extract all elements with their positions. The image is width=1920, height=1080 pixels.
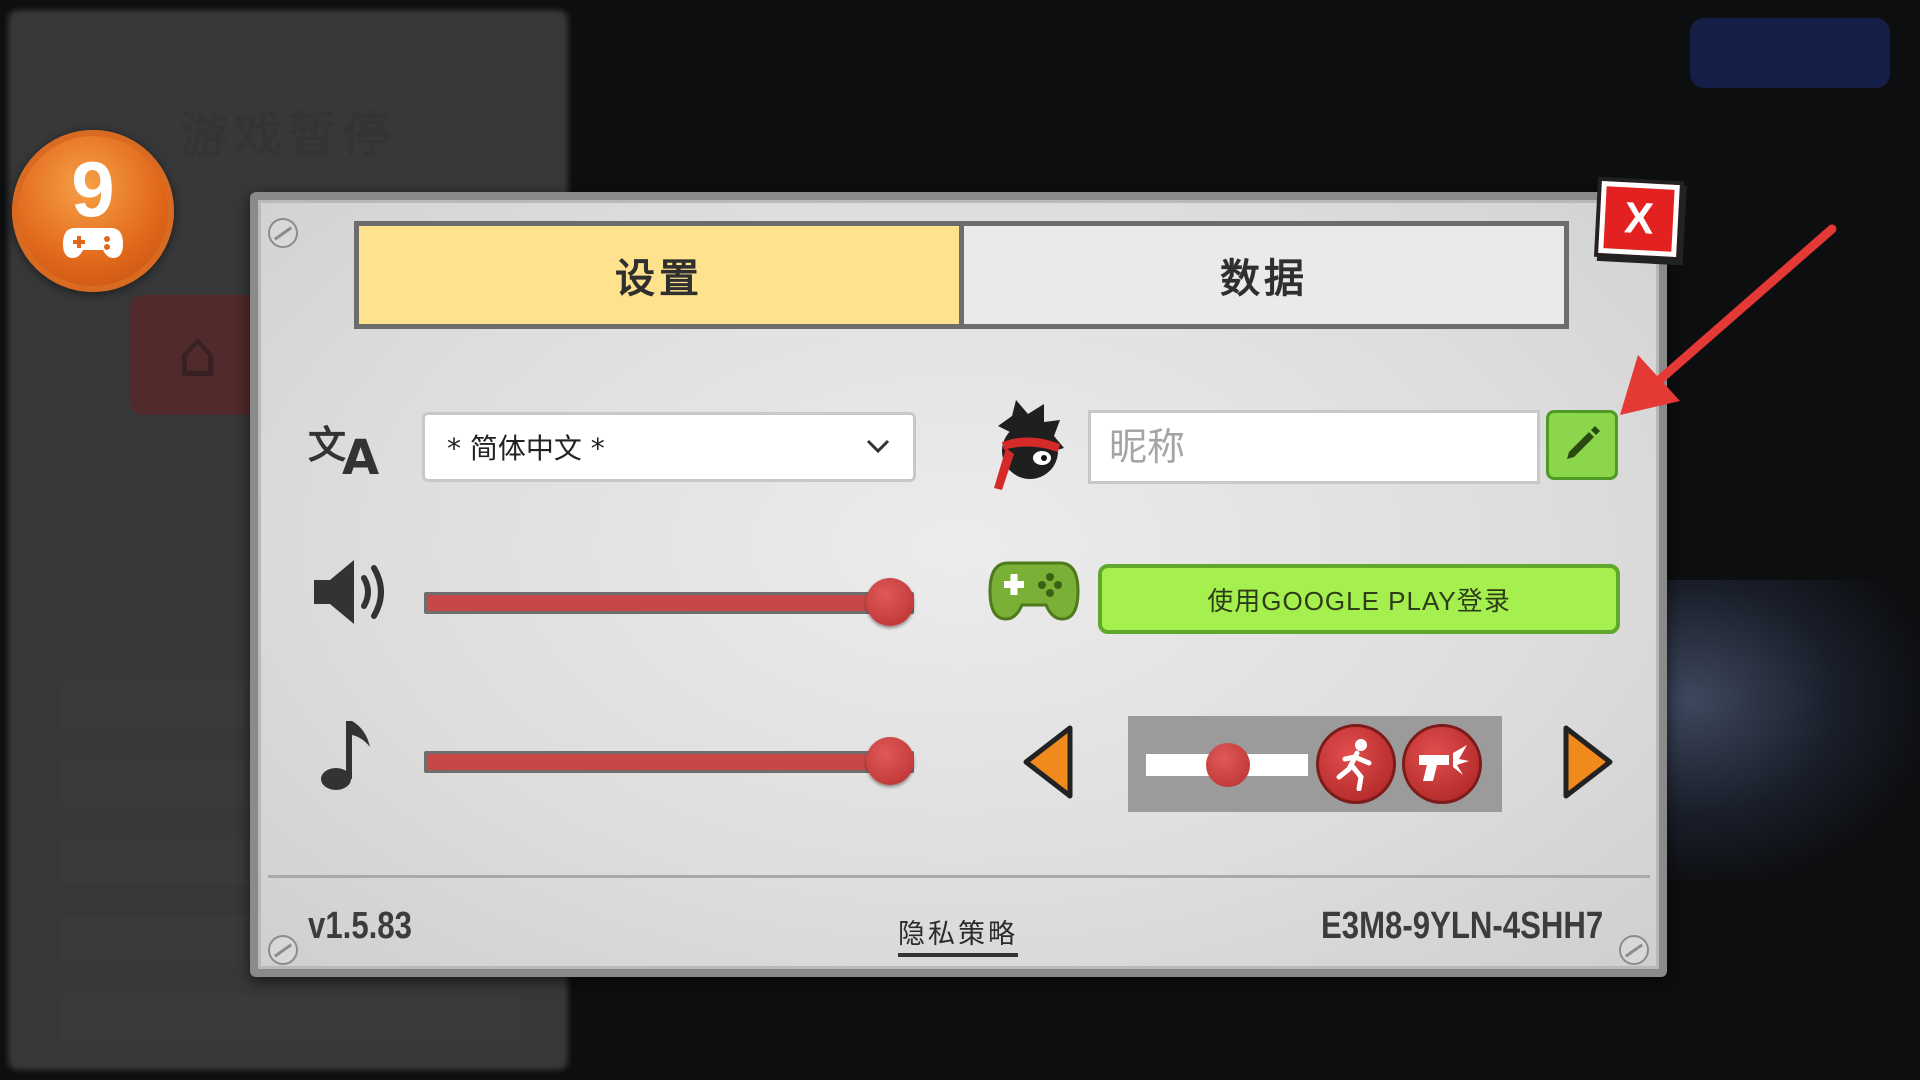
music-slider-knob[interactable] xyxy=(866,737,914,785)
svg-text:A: A xyxy=(342,430,379,478)
annotation-arrow-icon xyxy=(1610,215,1840,429)
tab-bar: 设置 数据 xyxy=(354,221,1569,329)
arrow-right-icon xyxy=(1563,725,1613,799)
background-title: 游戏暂停 xyxy=(180,107,397,163)
version-label: v1.5.83 xyxy=(308,905,412,947)
nickname-input[interactable] xyxy=(1088,410,1540,484)
chevron-down-icon xyxy=(863,431,893,468)
footer-divider xyxy=(268,875,1650,878)
background-hud xyxy=(1690,18,1890,88)
screw-icon xyxy=(268,935,298,965)
previous-control-button[interactable] xyxy=(1020,724,1076,804)
sound-slider-knob[interactable] xyxy=(866,578,914,626)
9game-badge[interactable]: 9 xyxy=(12,130,174,292)
user-code-label: E3M8-9YLN-4SHH7 xyxy=(1320,905,1603,947)
screw-icon xyxy=(268,218,298,248)
gamepad-icon xyxy=(986,550,1082,630)
edit-nickname-button[interactable] xyxy=(1546,410,1618,480)
gamepad-icon xyxy=(61,224,125,269)
svg-text:文: 文 xyxy=(308,423,346,467)
music-note-icon xyxy=(313,710,383,800)
music-slider-track xyxy=(424,751,914,773)
control-mini-slider-knob xyxy=(1206,743,1250,787)
arrow-left-icon xyxy=(1023,725,1073,799)
run-icon xyxy=(1316,724,1396,804)
google-play-login-button[interactable]: 使用GOOGLE PLAY登录 xyxy=(1098,564,1620,634)
ninja-avatar-icon xyxy=(988,396,1068,496)
music-volume-slider[interactable] xyxy=(424,737,914,785)
privacy-policy-link[interactable]: 隐私策略 xyxy=(898,912,1018,957)
tab-data[interactable]: 数据 xyxy=(964,226,1564,324)
language-selected-value: * 简体中文 * xyxy=(447,432,605,465)
language-select[interactable]: * 简体中文 * xyxy=(422,412,916,482)
shoot-icon xyxy=(1402,724,1482,804)
sound-slider-track xyxy=(424,592,914,614)
next-control-button[interactable] xyxy=(1560,724,1616,804)
tab-settings[interactable]: 设置 xyxy=(359,226,959,324)
translate-icon: 文 A xyxy=(308,412,388,482)
control-scheme-preview xyxy=(1128,716,1502,812)
pencil-icon xyxy=(1561,422,1603,468)
screw-icon xyxy=(1619,935,1649,965)
background-home-button: ⌂ xyxy=(130,295,265,415)
speaker-icon xyxy=(308,552,398,632)
sound-volume-slider[interactable] xyxy=(424,578,914,626)
badge-number: 9 xyxy=(71,144,115,233)
settings-dialog: 设置 数据 文 A * 简体中文 * 昵称 使用GOOGLE PLAY登录 v1… xyxy=(250,192,1667,977)
